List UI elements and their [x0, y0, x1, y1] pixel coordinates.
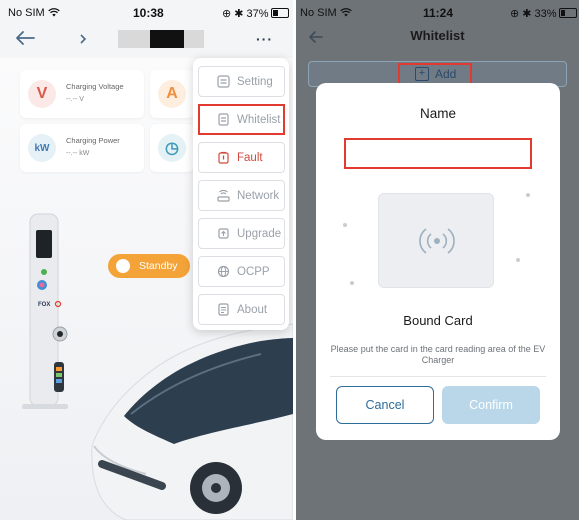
power-icon: kW — [28, 134, 56, 162]
page-title: Whitelist — [410, 28, 465, 43]
clock-icon: ◷ — [158, 134, 186, 162]
ev-charger-illustration: FOX — [22, 213, 68, 409]
menu-item-label: Setting — [237, 75, 273, 88]
standby-clock-icon — [116, 259, 130, 273]
menu-item-label: OCPP — [237, 265, 270, 278]
metric-card-current: A — [150, 70, 194, 118]
decor-dot — [526, 193, 530, 197]
name-input-highlight-box — [344, 138, 532, 169]
menu-item-setting[interactable]: Setting — [198, 66, 285, 97]
metric-card-voltage: V Charging Voltage --.-- V — [20, 70, 144, 118]
ocpp-globe-icon — [215, 264, 231, 280]
metric-label: Charging Voltage — [66, 82, 124, 91]
nfc-signal-icon — [419, 228, 455, 254]
menu-item-fault[interactable]: Fault — [198, 142, 285, 173]
status-bar: No SIM 10:38 ⊕ ✱ 37% — [0, 0, 293, 24]
wifi-icon — [47, 8, 60, 17]
metric-card-time: ◷ — [150, 124, 194, 172]
back-arrow-icon[interactable] — [14, 29, 36, 47]
upgrade-icon — [215, 226, 231, 242]
battery-status: ⊕ ✱ 33% — [510, 7, 577, 20]
whitelist-highlight-box — [198, 104, 285, 135]
whitelist-screen: No SIM 11:24 ⊕ ✱ 33% Whitelist + Add Nam… — [296, 0, 579, 520]
network-icon — [215, 188, 231, 204]
decor-dot — [350, 281, 354, 285]
fault-icon — [215, 150, 231, 166]
menu-item-label: Upgrade — [237, 227, 282, 240]
settings-icon — [215, 74, 231, 90]
options-menu: Setting Whitelist Fault Network Upgrade … — [193, 58, 289, 330]
card-reading-area — [378, 193, 494, 288]
charger-brand-label: FOX — [38, 302, 50, 308]
metric-card-power: kW Charging Power --.-- kW — [20, 124, 144, 172]
decor-dot — [343, 223, 347, 227]
about-icon — [215, 302, 231, 318]
menu-item-label: About — [237, 303, 268, 316]
voltage-icon: V — [28, 80, 56, 108]
menu-item-label: Network — [237, 189, 280, 202]
carrier-label: No SIM — [8, 7, 60, 19]
metric-value: --.-- kW — [66, 150, 90, 157]
metric-label: Charging Power — [66, 136, 120, 145]
dialog-divider — [330, 376, 546, 377]
menu-item-ocpp[interactable]: OCPP — [198, 256, 285, 287]
top-nav: ··· — [0, 26, 293, 52]
metric-value: --.-- V — [66, 96, 84, 103]
menu-item-upgrade[interactable]: Upgrade — [198, 218, 285, 249]
name-label: Name — [419, 106, 456, 121]
cancel-button[interactable]: Cancel — [336, 386, 434, 424]
decor-dot — [516, 258, 520, 262]
current-icon: A — [158, 80, 186, 108]
menu-item-label: Fault — [237, 151, 263, 164]
menu-item-about[interactable]: About — [198, 294, 285, 325]
status-time: 11:24 — [423, 6, 454, 20]
battery-status: ⊕ ✱ 37% — [222, 7, 289, 20]
chevron-right-icon[interactable] — [78, 33, 88, 45]
carrier-label: No SIM — [300, 7, 352, 19]
battery-icon — [558, 8, 577, 18]
more-options-icon[interactable]: ··· — [256, 32, 273, 46]
card-hint-text: Please put the card in the card reading … — [330, 344, 546, 365]
standby-status-badge: Standby — [108, 254, 190, 278]
standby-label: Standby — [139, 260, 178, 272]
status-time: 10:38 — [133, 6, 164, 20]
add-card-dialog: Name Bound Card Please put the card in t… — [316, 83, 560, 440]
confirm-button[interactable]: Confirm — [442, 386, 540, 424]
bound-card-label: Bound Card — [403, 313, 473, 328]
battery-icon — [270, 8, 289, 18]
charger-home-screen: No SIM 10:38 ⊕ ✱ 37% ··· V Charging Volt… — [0, 0, 293, 520]
status-bar: No SIM 11:24 ⊕ ✱ 33% — [296, 0, 579, 24]
menu-item-network[interactable]: Network — [198, 180, 285, 211]
wifi-icon — [339, 8, 352, 17]
redaction-bar — [150, 30, 184, 48]
